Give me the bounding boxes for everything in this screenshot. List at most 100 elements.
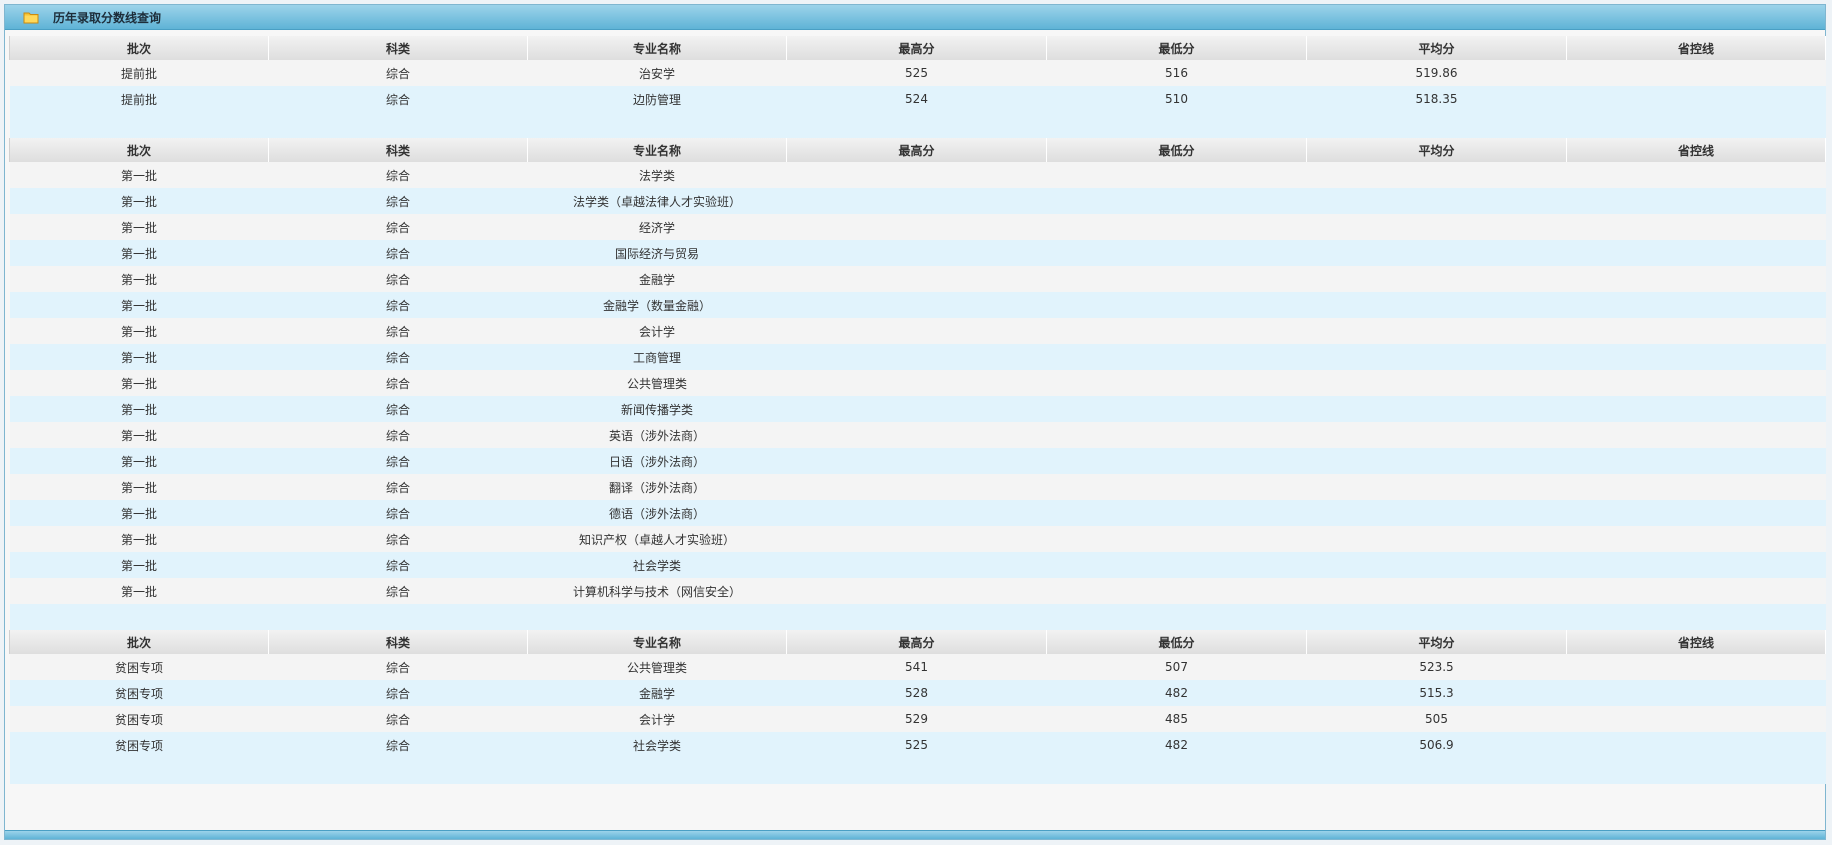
column-header: 专业名称 — [527, 138, 787, 162]
table-cell — [1046, 214, 1307, 240]
table-cell: 贫困专项 — [9, 732, 269, 758]
table-row: 第一批 综合 知识产权（卓越人才实验班） — [9, 526, 1826, 552]
table-cell: 第一批 — [9, 422, 269, 448]
table-row: 第一批 综合 新闻传播学类 — [9, 396, 1826, 422]
table-cell — [1306, 162, 1567, 188]
table-cell — [1566, 318, 1826, 344]
table-cell: 社会学类 — [527, 732, 787, 758]
table-cell — [1046, 552, 1307, 578]
table-cell: 第一批 — [9, 266, 269, 292]
column-header: 专业名称 — [527, 630, 787, 654]
table-cell: 第一批 — [9, 214, 269, 240]
table-cell — [786, 240, 1047, 266]
table-row: 第一批 综合 经济学 — [9, 214, 1826, 240]
table-cell — [786, 292, 1047, 318]
table-cell: 综合 — [268, 162, 528, 188]
table-cell — [1306, 214, 1567, 240]
table-cell — [1046, 266, 1307, 292]
table-cell — [1566, 422, 1826, 448]
table-cell — [1306, 318, 1567, 344]
table-row: 第一批 综合 公共管理类 — [9, 370, 1826, 396]
table-cell — [1566, 552, 1826, 578]
table-cell: 法学类 — [527, 162, 787, 188]
column-header: 平均分 — [1306, 630, 1567, 654]
score-table: 批次 科类 专业名称 最高分 最低分 平均分 省控线 贫困专项 综合 公共管理类 541 507 523… — [9, 630, 1826, 784]
table-cell: 第一批 — [9, 318, 269, 344]
table-cell: 金融学 — [527, 266, 787, 292]
table-cell: 综合 — [268, 422, 528, 448]
table-cell — [1046, 344, 1307, 370]
table-cell: 528 — [786, 680, 1047, 706]
table-cell — [1046, 318, 1307, 344]
folder-icon — [23, 11, 39, 24]
table-cell: 综合 — [268, 86, 528, 112]
table-cell: 法学类（卓越法律人才实验班） — [527, 188, 787, 214]
table-row: 第一批 综合 日语（涉外法商） — [9, 448, 1826, 474]
table-cell: 贫困专项 — [9, 680, 269, 706]
table-cell: 529 — [786, 706, 1047, 732]
column-header: 平均分 — [1306, 138, 1567, 162]
table-cell — [1046, 526, 1307, 552]
table-cell — [1566, 578, 1826, 604]
table-cell: 综合 — [268, 396, 528, 422]
table-row: 提前批 综合 边防管理 524 510 518.35 — [9, 86, 1826, 112]
table-cell — [1566, 344, 1826, 370]
table-cell — [1046, 370, 1307, 396]
table-cell: 综合 — [268, 680, 528, 706]
table-cell — [1566, 526, 1826, 552]
table-cell — [786, 266, 1047, 292]
table-cell: 第一批 — [9, 370, 269, 396]
table-row: 第一批 综合 金融学（数量金融） — [9, 292, 1826, 318]
table-row: 第一批 综合 国际经济与贸易 — [9, 240, 1826, 266]
table-cell — [1046, 188, 1307, 214]
table-cell — [1566, 706, 1826, 732]
table-cell: 经济学 — [527, 214, 787, 240]
column-header: 科类 — [268, 36, 528, 60]
table-cell — [1566, 86, 1826, 112]
table-cell: 英语（涉外法商） — [527, 422, 787, 448]
table-cell: 金融学 — [527, 680, 787, 706]
table-cell: 第一批 — [9, 188, 269, 214]
column-header: 省控线 — [1566, 36, 1826, 60]
panel-footer-bar — [5, 830, 1825, 839]
table-cell: 德语（涉外法商） — [527, 500, 787, 526]
table-cell — [1306, 292, 1567, 318]
table-cell: 治安学 — [527, 60, 787, 86]
table-cell: 会计学 — [527, 318, 787, 344]
table-cell: 综合 — [268, 318, 528, 344]
table-cell: 计算机科学与技术（网信安全） — [527, 578, 787, 604]
column-header: 最低分 — [1046, 630, 1307, 654]
table-cell: 会计学 — [527, 706, 787, 732]
table-cell: 翻译（涉外法商） — [527, 474, 787, 500]
table-cell — [1566, 448, 1826, 474]
table-cell — [1046, 162, 1307, 188]
table-cell: 第一批 — [9, 526, 269, 552]
table-cell — [1306, 188, 1567, 214]
table-cell — [1306, 396, 1567, 422]
table-row: 第一批 综合 德语（涉外法商） — [9, 500, 1826, 526]
table-cell — [786, 474, 1047, 500]
table-cell: 国际经济与贸易 — [527, 240, 787, 266]
table-row: 第一批 综合 法学类（卓越法律人才实验班） — [9, 188, 1826, 214]
table-cell — [1566, 396, 1826, 422]
score-query-panel: 历年录取分数线查询 批次 科类 专业名称 最高分 最低分 平均分 省控线 提前批 综合 治安学 52… — [4, 4, 1826, 840]
table-cell — [1566, 60, 1826, 86]
table-cell: 日语（涉外法商） — [527, 448, 787, 474]
table-row: 贫困专项 综合 金融学 528 482 515.3 — [9, 680, 1826, 706]
table-cell: 515.3 — [1306, 680, 1567, 706]
table-cell: 第一批 — [9, 396, 269, 422]
table-cell: 公共管理类 — [527, 654, 787, 680]
table-cell: 525 — [786, 732, 1047, 758]
column-header: 科类 — [268, 630, 528, 654]
score-table: 批次 科类 专业名称 最高分 最低分 平均分 省控线 第一批 综合 法学类 第一批 综合 法学类（卓越法… — [9, 138, 1826, 630]
table-cell — [786, 526, 1047, 552]
table-cell — [1046, 396, 1307, 422]
column-header: 平均分 — [1306, 36, 1567, 60]
table-cell: 贫困专项 — [9, 654, 269, 680]
table-cell: 516 — [1046, 60, 1307, 86]
table-cell: 工商管理 — [527, 344, 787, 370]
table-cell: 综合 — [268, 266, 528, 292]
table-cell — [1306, 474, 1567, 500]
table-cell — [1566, 654, 1826, 680]
table-row: 第一批 综合 金融学 — [9, 266, 1826, 292]
